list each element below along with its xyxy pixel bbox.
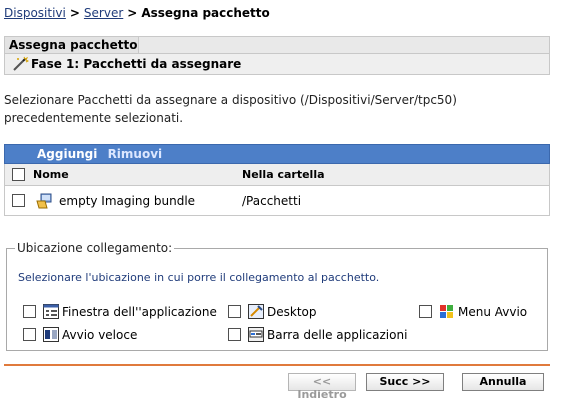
next-button[interactable]: Succ >> [366, 373, 444, 391]
page-description: Selezionare Pacchetti da assegnare a dis… [4, 93, 457, 125]
start-menu-checkbox[interactable] [419, 305, 432, 318]
select-all-checkbox[interactable] [12, 168, 25, 181]
desktop-checkbox[interactable] [228, 305, 241, 318]
bundle-folder: /Pacchetti [242, 194, 302, 208]
bundle-name[interactable]: empty Imaging bundle [59, 194, 195, 208]
cancel-button[interactable]: Annulla [462, 373, 544, 391]
app-window-label: Finestra dell''applicazione [62, 305, 217, 319]
wizard-wand-icon [13, 56, 29, 71]
wizard-title: Assegna pacchetto [5, 37, 139, 53]
desktop-label: Desktop [267, 305, 317, 319]
app-window-icon [43, 304, 59, 319]
breadcrumb-separator: > [69, 6, 80, 20]
table-row: empty Imaging bundle /Pacchetti [4, 186, 550, 216]
row-checkbox[interactable] [12, 194, 25, 207]
desktop-icon [248, 304, 264, 319]
quick-launch-checkbox[interactable] [23, 328, 36, 341]
quick-launch-label: Avvio veloce [62, 328, 138, 342]
footer-divider [4, 364, 550, 366]
back-button[interactable]: << Indietro [288, 373, 356, 401]
remove-button[interactable]: Rimuovi [108, 147, 163, 161]
wizard-step-title: Fase 1: Pacchetti da assegnare [31, 57, 242, 71]
bundle-icon [36, 193, 52, 209]
column-header-folder: Nella cartella [242, 168, 325, 181]
breadcrumb-separator: > [127, 6, 138, 20]
shortcut-location-instructions: Selezionare l'ubicazione in cui porre il… [18, 271, 380, 284]
taskbar-label: Barra delle applicazioni [267, 328, 408, 342]
wizard-step-bar: Fase 1: Pacchetti da assegnare [4, 53, 550, 75]
shortcut-location-group: Ubicazione collegamento: Selezionare l'u… [6, 241, 548, 351]
quick-launch-icon [43, 327, 59, 342]
add-button[interactable]: Aggiungi [37, 147, 97, 161]
breadcrumb-devices-link[interactable]: Dispositivi [4, 6, 66, 20]
table-toolbar: Aggiungi Rimuovi [4, 144, 550, 164]
app-window-checkbox[interactable] [23, 305, 36, 318]
taskbar-icon [248, 327, 264, 342]
breadcrumb-current: Assegna pacchetto [141, 6, 270, 20]
breadcrumb-server-link[interactable]: Server [84, 6, 123, 20]
table-header: Nome Nella cartella [4, 164, 550, 186]
shortcut-location-legend: Ubicazione collegamento: [17, 241, 173, 255]
start-menu-icon [440, 305, 453, 318]
breadcrumb: Dispositivi > Server > Assegna pacchetto [4, 6, 270, 20]
start-menu-label: Menu Avvio [458, 305, 528, 319]
wizard-header: Assegna pacchetto [4, 36, 550, 53]
bundle-table: Aggiungi Rimuovi Nome Nella cartella emp… [4, 144, 550, 216]
taskbar-checkbox[interactable] [228, 328, 241, 341]
column-header-name: Nome [33, 168, 69, 181]
